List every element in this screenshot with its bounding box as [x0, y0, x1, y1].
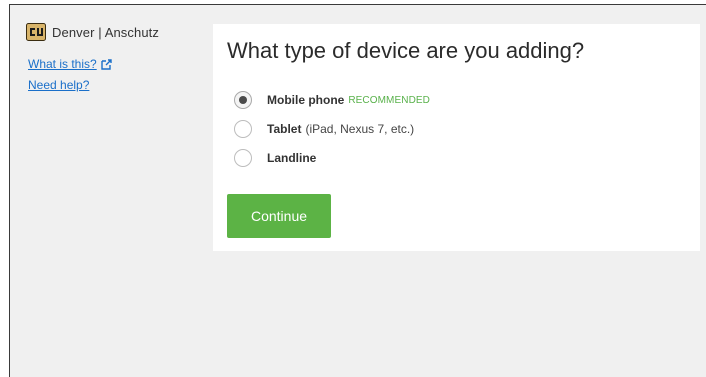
brand: Denver | Anschutz — [26, 23, 159, 41]
option-landline[interactable]: Landline — [234, 149, 316, 167]
page-frame: Denver | Anschutz What is this? Need hel… — [9, 4, 706, 377]
option-label: Mobile phone — [267, 93, 345, 107]
what-is-this-link[interactable]: What is this? — [28, 57, 112, 71]
radio-mobile-phone[interactable] — [234, 91, 252, 109]
option-detail: (iPad, Nexus 7, etc.) — [305, 122, 415, 136]
device-type-panel: What type of device are you adding? Mobi… — [213, 24, 700, 251]
need-help-link[interactable]: Need help? — [28, 78, 89, 92]
external-link-icon — [101, 59, 112, 71]
option-tablet[interactable]: Tablet (iPad, Nexus 7, etc.) — [234, 120, 414, 138]
brand-text: Denver | Anschutz — [52, 24, 159, 40]
page-title: What type of device are you adding? — [227, 38, 585, 63]
option-label: Tablet — [267, 122, 302, 136]
radio-tablet[interactable] — [234, 120, 252, 138]
option-label: Landline — [267, 151, 317, 165]
recommended-badge: RECOMMENDED — [348, 94, 430, 106]
what-is-this-label: What is this? — [28, 57, 97, 71]
option-mobile-phone[interactable]: Mobile phone RECOMMENDED — [234, 91, 430, 109]
cu-logo-icon — [26, 23, 46, 41]
continue-button[interactable]: Continue — [227, 194, 331, 238]
radio-landline[interactable] — [234, 149, 252, 167]
